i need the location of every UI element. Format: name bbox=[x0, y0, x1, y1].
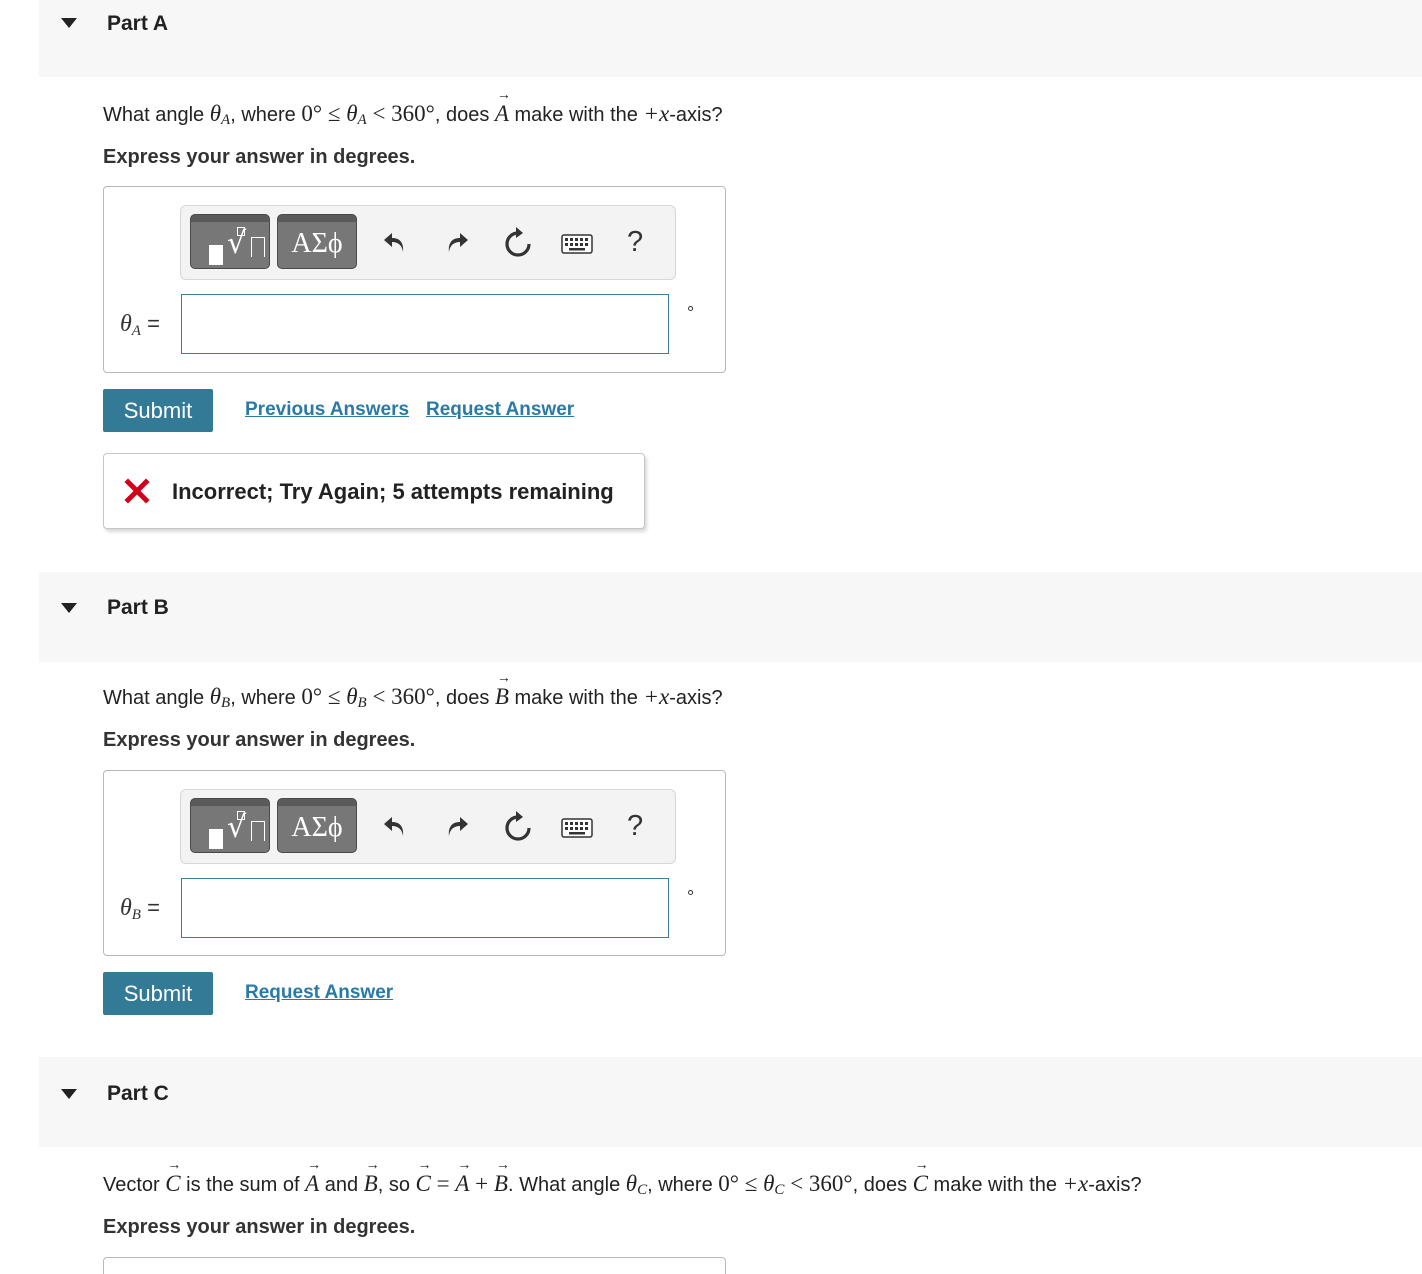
part-b-answer-box: √ ΑΣϕ ? θB = ° bbox=[103, 770, 726, 956]
collapse-triangle-icon[interactable] bbox=[61, 18, 77, 28]
placeholder-square-icon bbox=[209, 245, 223, 265]
part-c-answer-box bbox=[103, 1257, 726, 1274]
degree-unit: ° bbox=[687, 303, 695, 323]
part-b-request-answer-link[interactable]: Request Answer bbox=[245, 982, 393, 1004]
incorrect-x-icon bbox=[124, 478, 150, 509]
part-b-answer-input[interactable] bbox=[181, 878, 669, 938]
templates-button[interactable]: √ bbox=[190, 798, 270, 853]
collapse-triangle-icon[interactable] bbox=[61, 603, 77, 613]
part-a-request-answer-link[interactable]: Request Answer bbox=[426, 399, 574, 421]
part-c-instruction: Express your answer in degrees. bbox=[103, 1216, 416, 1238]
part-a-header[interactable]: Part A bbox=[39, 0, 1422, 77]
part-a-title: Part A bbox=[107, 12, 169, 35]
redo-icon[interactable] bbox=[443, 228, 471, 256]
part-a-answer-box: √ ΑΣϕ ? θA = ° bbox=[103, 186, 726, 373]
part-b-instruction: Express your answer in degrees. bbox=[103, 729, 416, 751]
greek-symbols-button[interactable]: ΑΣϕ bbox=[277, 214, 357, 269]
part-c-question: Vector C is the sum of A and B, so C = A… bbox=[103, 1159, 1142, 1199]
part-a-instruction: Express your answer in degrees. bbox=[103, 146, 416, 168]
undo-icon[interactable] bbox=[381, 812, 409, 840]
math-toolbar: √ ΑΣϕ ? bbox=[180, 205, 676, 280]
reset-icon[interactable] bbox=[503, 810, 533, 842]
feedback-text: Incorrect; Try Again; 5 attempts remaini… bbox=[172, 479, 614, 504]
part-a-variable-label: θA = bbox=[120, 311, 160, 339]
part-a-question: What angle θA, where 0° ≤ θA < 360°, doe… bbox=[103, 89, 723, 129]
collapse-triangle-icon[interactable] bbox=[61, 1089, 77, 1099]
part-c-header[interactable]: Part C bbox=[39, 1057, 1422, 1147]
help-button[interactable]: ? bbox=[627, 226, 643, 259]
part-b-title: Part B bbox=[107, 596, 169, 619]
radicand-box-icon bbox=[251, 237, 265, 257]
sqrt-icon: √ bbox=[227, 226, 247, 261]
templates-button[interactable]: √ bbox=[190, 214, 270, 269]
part-a-answer-input[interactable] bbox=[181, 294, 669, 354]
degree-unit: ° bbox=[687, 887, 695, 907]
keyboard-icon[interactable] bbox=[561, 818, 593, 838]
radicand-box-icon bbox=[251, 821, 265, 841]
part-c-title: Part C bbox=[107, 1082, 169, 1105]
reset-icon[interactable] bbox=[503, 226, 533, 258]
keyboard-icon[interactable] bbox=[561, 234, 593, 254]
part-b-question: What angle θB, where 0° ≤ θB < 360°, doe… bbox=[103, 672, 723, 712]
feedback-box: Incorrect; Try Again; 5 attempts remaini… bbox=[103, 453, 645, 529]
redo-icon[interactable] bbox=[443, 812, 471, 840]
undo-icon[interactable] bbox=[381, 228, 409, 256]
part-a-submit-button[interactable]: Submit bbox=[103, 389, 213, 432]
greek-symbols-button[interactable]: ΑΣϕ bbox=[277, 798, 357, 853]
sqrt-icon: √ bbox=[227, 810, 247, 845]
part-b-variable-label: θB = bbox=[120, 895, 160, 923]
previous-answers-link[interactable]: Previous Answers bbox=[245, 399, 409, 421]
placeholder-square-icon bbox=[209, 829, 223, 849]
part-b-submit-button[interactable]: Submit bbox=[103, 972, 213, 1015]
part-b-header[interactable]: Part B bbox=[39, 572, 1422, 662]
math-toolbar: √ ΑΣϕ ? bbox=[180, 789, 676, 864]
help-button[interactable]: ? bbox=[627, 810, 643, 843]
